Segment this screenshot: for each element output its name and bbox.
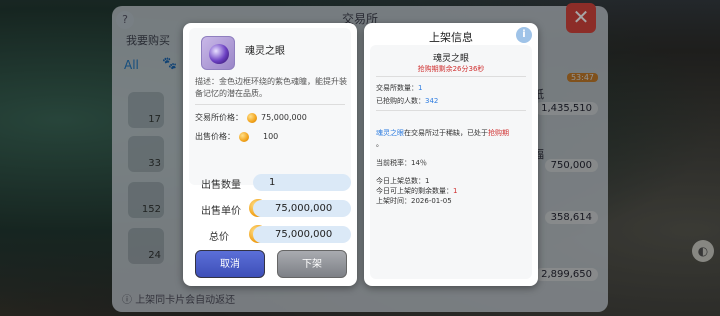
buyers-label: 已抢购的人数： — [376, 97, 425, 105]
notice-end: 。 — [376, 140, 383, 148]
listing-info-dialog: 上架信息 i 魂灵之眼 抢购期剩余26分36秒 交易所数量：1 已抢购的人数：3… — [364, 23, 538, 286]
delist-button[interactable]: 下架 — [277, 250, 347, 278]
sell-price-value: 100 — [263, 132, 279, 141]
scarcity-notice: 魂灵之眼在交易所过于稀缺，已处于抢购期。 — [376, 128, 526, 150]
divider — [376, 110, 526, 111]
today-remaining-row: 今日可上架的剩余数量：1 — [376, 186, 457, 196]
quantity-label: 出售数量 — [201, 180, 241, 191]
listing-info-title: 上架信息 — [429, 31, 473, 44]
item-detail-card: 魂灵之眼 描述：金色边框环绕的紫色魂瞳，能提升装备记忆的潜在品质。 交易所价格：… — [189, 28, 351, 185]
info-icon[interactable]: i — [516, 27, 532, 43]
coin-icon — [247, 112, 257, 123]
rush-countdown: 抢购期剩余26分36秒 — [417, 65, 485, 73]
buyers-row: 已抢购的人数：342 — [376, 96, 438, 106]
today-remaining-value: 1 — [453, 187, 458, 195]
today-total-row: 今日上架总数：1 — [376, 176, 429, 186]
trade-price-label: 交易所价格： — [195, 113, 243, 122]
listing-time-row: 上架时间：2026-01-05 — [376, 196, 452, 206]
divider — [376, 76, 526, 77]
total-label: 总价 — [209, 232, 229, 243]
modal-overlay — [0, 0, 720, 316]
notice-middle: 在交易所过于稀缺，已处于 — [404, 129, 488, 137]
today-remaining-label: 今日可上架的剩余数量： — [376, 187, 453, 195]
item-description: 描述：金色边框环绕的紫色魂瞳，能提升装备记忆的潜在品质。 — [195, 77, 347, 98]
divider — [195, 104, 345, 105]
sell-price-label: 出售价格： — [195, 132, 235, 141]
today-total-value: 1 — [425, 177, 430, 185]
soul-eye-item-icon — [201, 36, 235, 70]
today-total-label: 今日上架总数： — [376, 177, 425, 185]
trade-count-value: 1 — [418, 84, 423, 92]
cancel-button[interactable]: 取消 — [195, 250, 265, 278]
item-name: 魂灵之眼 — [245, 46, 285, 57]
quantity-input[interactable]: 1 — [253, 174, 351, 191]
total-value: 75,000,000 — [253, 226, 351, 243]
buyers-value: 342 — [425, 97, 439, 105]
unit-price-label: 出售单价 — [201, 206, 241, 217]
trade-price-row: 交易所价格： 75,000,000 — [195, 112, 307, 123]
tax-value: 14％ — [411, 159, 427, 167]
listing-time-value: 2026-01-05 — [411, 197, 452, 205]
sell-dialog: 魂灵之眼 描述：金色边框环绕的紫色魂瞳，能提升装备记忆的潜在品质。 交易所价格：… — [183, 23, 357, 286]
unit-price-input[interactable]: 75,000,000 — [253, 200, 351, 217]
coin-icon — [239, 131, 249, 142]
trade-count-row: 交易所数量：1 — [376, 83, 422, 93]
notice-item-name: 魂灵之眼 — [376, 129, 404, 137]
listing-time-label: 上架时间： — [376, 197, 411, 205]
tax-row: 当前税率：14％ — [376, 158, 427, 168]
notice-rush-period: 抢购期 — [488, 129, 509, 137]
listing-item-name: 魂灵之眼 — [432, 54, 469, 64]
trade-price-value: 75,000,000 — [261, 113, 307, 122]
tax-label: 当前税率： — [376, 159, 411, 167]
sell-price-row: 出售价格： 100 — [195, 131, 278, 142]
listing-info-body: 魂灵之眼 抢购期剩余26分36秒 交易所数量：1 已抢购的人数：342 魂灵之眼… — [370, 45, 532, 279]
trade-count-label: 交易所数量： — [376, 84, 418, 92]
